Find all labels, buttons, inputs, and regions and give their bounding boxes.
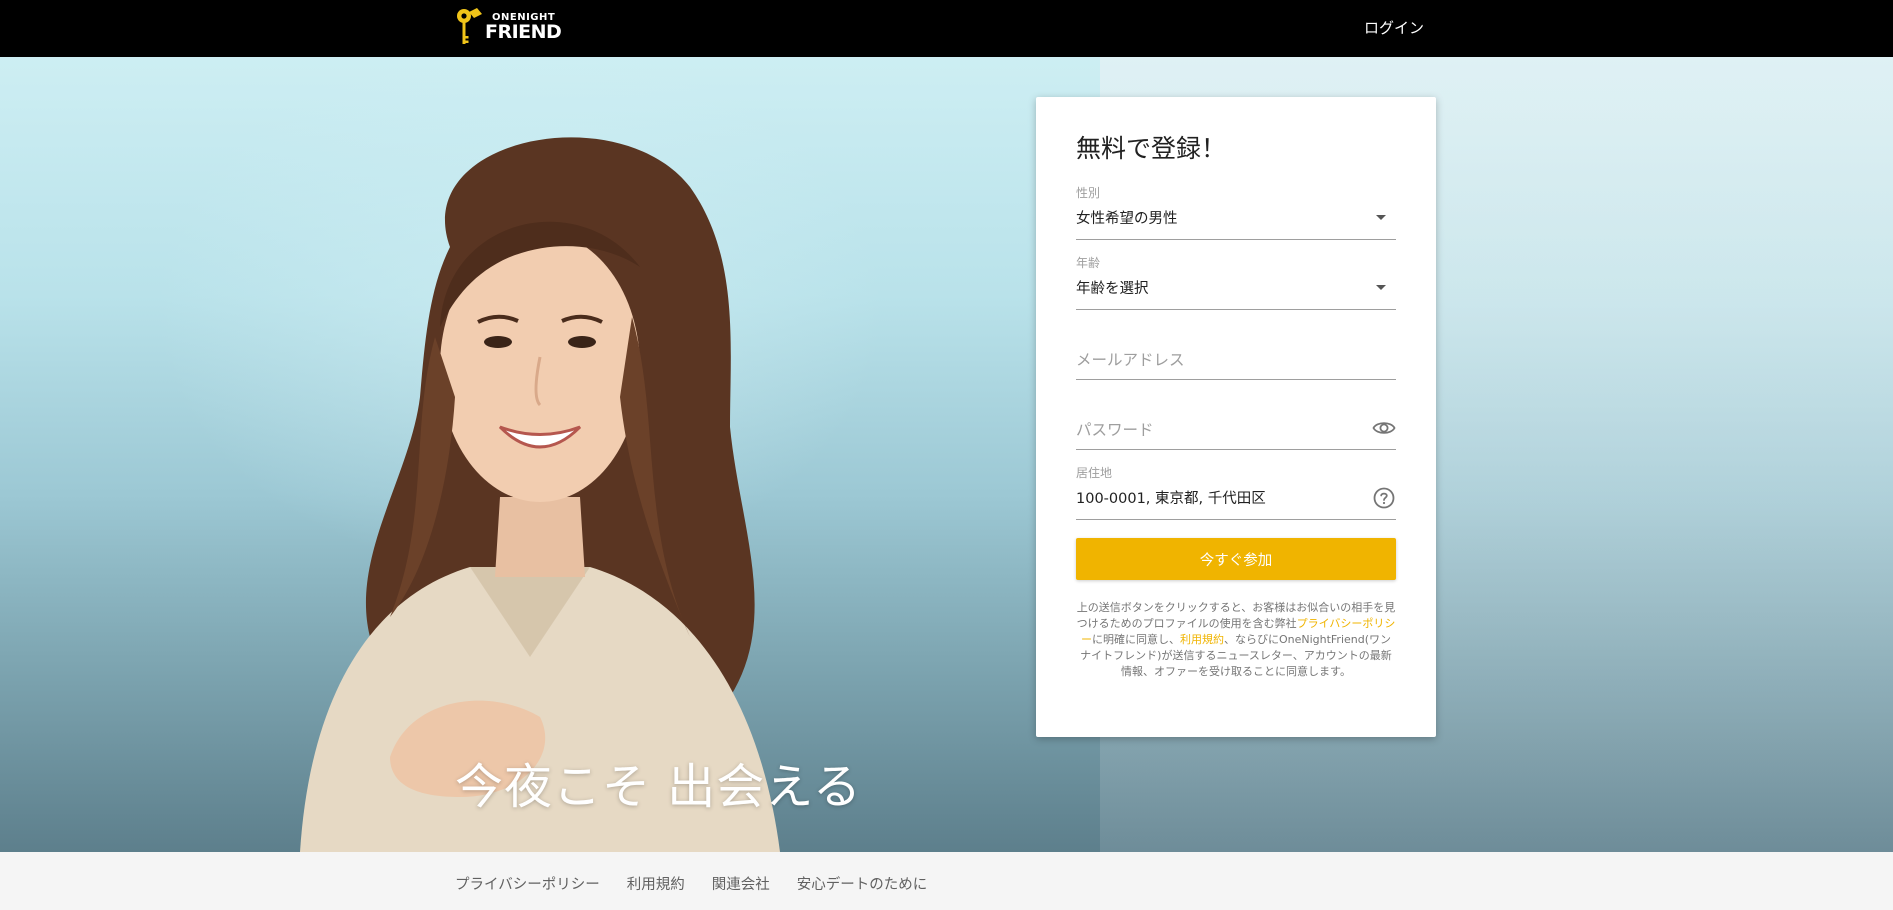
footer-link-affiliates[interactable]: 関連会社 (712, 873, 770, 894)
email-field[interactable]: メールアドレス (1076, 324, 1396, 380)
location-label: 居住地 (1076, 466, 1113, 480)
age-label: 年齢 (1076, 256, 1101, 270)
password-placeholder: パスワード (1076, 421, 1154, 439)
footer-link-privacy-policy[interactable]: プライバシーポリシー (455, 873, 600, 894)
password-field[interactable]: パスワード (1076, 394, 1396, 450)
chevron-down-icon (1376, 285, 1386, 290)
terms-text-part2: に明確に同意し、 (1091, 633, 1180, 646)
signup-title: 無料で登録！ (1076, 134, 1227, 163)
gender-value: 女性希望の男性 (1076, 211, 1178, 227)
key-logo-icon (457, 8, 482, 44)
location-field[interactable]: 居住地 100-0001, 東京都, 千代田区 (1076, 464, 1396, 520)
onenightfriend-logo[interactable]: ONENIGHT FRIEND (455, 6, 562, 48)
logo-text-bottom: FRIEND (485, 20, 562, 43)
signup-card: 無料で登録！ 性別 女性希望の男性 年齢 年齢を選択 メールアドレス パスワード… (1036, 97, 1436, 737)
terms-of-use-link[interactable]: 利用規約 (1180, 633, 1224, 646)
hero-tagline: 今夜こそ 出会える (455, 759, 862, 815)
login-link[interactable]: ログイン (1364, 17, 1424, 38)
eye-icon[interactable] (1372, 416, 1396, 440)
help-icon[interactable] (1372, 486, 1396, 510)
join-now-button[interactable]: 今すぐ参加 (1076, 538, 1396, 580)
logo-wordmark: ONENIGHT FRIEND (485, 12, 562, 43)
age-value: 年齢を選択 (1076, 281, 1149, 297)
footer: プライバシーポリシー 利用規約 関連会社 安心デートのために (0, 852, 1893, 910)
footer-link-safe-dating[interactable]: 安心デートのために (797, 873, 928, 894)
footer-link-terms[interactable]: 利用規約 (627, 873, 685, 894)
gender-label: 性別 (1076, 186, 1101, 200)
age-select[interactable]: 年齢 年齢を選択 (1076, 254, 1396, 310)
chevron-down-icon (1376, 215, 1386, 220)
location-value: 100-0001, 東京都, 千代田区 (1076, 491, 1266, 507)
gender-select[interactable]: 性別 女性希望の男性 (1076, 184, 1396, 240)
top-navigation-bar: ONENIGHT FRIEND ログイン (0, 0, 1893, 57)
footer-links: プライバシーポリシー 利用規約 関連会社 安心デートのために (455, 873, 927, 894)
email-placeholder: メールアドレス (1076, 351, 1185, 369)
hero-section: 今夜こそ 出会える (0, 57, 1893, 852)
terms-consent-text: 上の送信ボタンをクリックすると、お客様はお似合いの相手を見つけるためのプロファイ… (1076, 600, 1396, 680)
hero-photo-woman (300, 137, 780, 852)
